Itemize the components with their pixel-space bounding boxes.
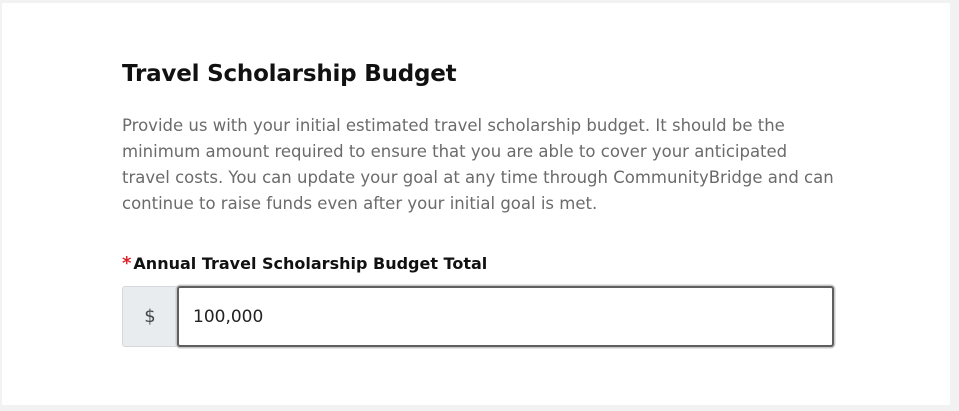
budget-amount-input[interactable] [177,286,834,347]
budget-card: Travel Scholarship Budget Provide us wit… [2,3,950,405]
section-title: Travel Scholarship Budget [122,61,457,87]
currency-prefix: $ [122,286,177,347]
required-asterisk: * [122,253,132,274]
budget-input-group: $ [122,286,834,347]
section-description: Provide us with your initial estimated t… [122,116,834,213]
budget-field-label: * Annual Travel Scholarship Budget Total [122,253,487,274]
budget-field-label-text: Annual Travel Scholarship Budget Total [133,254,488,273]
